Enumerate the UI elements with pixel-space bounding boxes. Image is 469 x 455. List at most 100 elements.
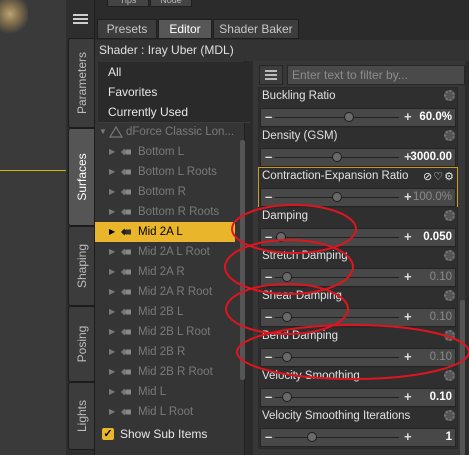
expand-arrow-icon[interactable]: ▶	[109, 142, 115, 162]
increment-icon[interactable]: +	[404, 309, 412, 325]
tab-presets[interactable]: Presets	[97, 19, 157, 39]
property-value[interactable]: 100.0%	[413, 189, 452, 205]
increment-icon[interactable]: +	[404, 189, 412, 205]
tree-item[interactable]: ▶ Mid 2A L Root	[95, 242, 235, 262]
filter-currently-used[interactable]: Currently Used	[98, 102, 250, 123]
slider-track[interactable]	[275, 437, 399, 438]
tree-item[interactable]: ▶ Mid 2A R Root	[95, 282, 235, 302]
filter-all[interactable]: All	[98, 62, 250, 83]
tree-item[interactable]: ▶ Mid 2A L	[95, 222, 235, 242]
expand-arrow-icon[interactable]: ▶	[109, 282, 115, 302]
expand-arrow-icon[interactable]: ▶	[109, 342, 115, 362]
property-slider[interactable]: – +0.10	[260, 308, 456, 327]
property-scrollbar[interactable]	[460, 300, 465, 455]
slider-knob[interactable]	[282, 312, 292, 322]
decrement-icon[interactable]: –	[265, 349, 272, 365]
slider-track[interactable]	[275, 237, 399, 238]
tree-item[interactable]: ▶ Bottom L Roots	[95, 162, 235, 182]
slider-knob[interactable]	[344, 112, 354, 122]
tree-item[interactable]: ▶ Bottom R Roots	[95, 202, 235, 222]
tree-item[interactable]: ▶ Bottom L	[95, 142, 235, 162]
gear-icon[interactable]	[444, 210, 455, 221]
gear-icon[interactable]	[444, 330, 455, 341]
decrement-icon[interactable]: –	[265, 389, 272, 405]
side-tab-shaping[interactable]: Shaping	[68, 226, 95, 306]
side-tab-posing[interactable]: Posing	[68, 306, 95, 382]
property-slider[interactable]: – +1	[260, 428, 456, 447]
gear-icon[interactable]	[444, 250, 455, 261]
list-scrollbar[interactable]	[240, 140, 245, 380]
slider-track[interactable]	[275, 117, 399, 118]
slider-track[interactable]	[275, 277, 399, 278]
side-tab-parameters[interactable]: Parameters	[68, 38, 95, 128]
increment-icon[interactable]: +	[404, 229, 412, 245]
decrement-icon[interactable]: –	[265, 429, 272, 445]
filter-input[interactable]: Enter text to filter by...	[287, 65, 465, 85]
expand-arrow-icon[interactable]: ▶	[109, 322, 115, 342]
property-value[interactable]: 1	[446, 429, 452, 445]
side-tab-surfaces[interactable]: Surfaces	[68, 128, 95, 226]
property-value[interactable]: 60.0%	[419, 109, 452, 125]
increment-icon[interactable]: +	[404, 349, 412, 365]
expand-arrow-icon[interactable]: ▶	[109, 182, 115, 202]
gear-icon[interactable]	[444, 290, 455, 301]
tree-item[interactable]: ▶ Mid 2B L Root	[95, 322, 235, 342]
slider-track[interactable]	[275, 397, 399, 398]
increment-icon[interactable]: +	[404, 429, 412, 445]
slider-knob[interactable]	[282, 272, 292, 282]
tree-item[interactable]: ▶ Mid L	[95, 382, 235, 402]
tree-item[interactable]: ▶ Mid L Root	[95, 402, 235, 422]
tree-item[interactable]: ▶ Mid 2A R	[95, 262, 235, 282]
expand-arrow-icon[interactable]: ▶	[109, 302, 115, 322]
checkbox-checked-icon[interactable]: ✓	[102, 428, 114, 440]
property-slider[interactable]: – +100.0%	[260, 188, 456, 207]
side-tab-lights[interactable]: Lights	[68, 382, 95, 450]
property-value[interactable]: 0.10	[430, 349, 452, 365]
tab-editor[interactable]: Editor	[158, 19, 212, 39]
decrement-icon[interactable]: –	[265, 269, 272, 285]
slider-knob[interactable]	[332, 192, 342, 202]
filter-button[interactable]	[259, 65, 283, 85]
decrement-icon[interactable]: –	[265, 189, 272, 205]
property-slider[interactable]: – +0.10	[260, 388, 456, 407]
increment-icon[interactable]: +	[404, 389, 412, 405]
gear-icon[interactable]	[444, 410, 455, 421]
property-slider[interactable]: – +0.050	[260, 228, 456, 247]
decrement-icon[interactable]: –	[265, 149, 272, 165]
slider-track[interactable]	[275, 317, 399, 318]
property-slider[interactable]: – +0.10	[260, 348, 456, 367]
gear-icon[interactable]	[444, 370, 455, 381]
slider-knob[interactable]	[332, 152, 342, 162]
tree-item[interactable]: ▶ Mid 2B L	[95, 302, 235, 322]
slider-track[interactable]	[275, 357, 399, 358]
property-value[interactable]: 0.10	[430, 389, 452, 405]
expand-arrow-icon[interactable]: ▶	[109, 382, 115, 402]
tree-item[interactable]: ▶ Bottom R	[95, 182, 235, 202]
property-slider[interactable]: – +3000.00	[260, 148, 456, 167]
tree-item[interactable]: ▶ Mid 2B R	[95, 342, 235, 362]
tree-item[interactable]: ▶ Mid 2B R Root	[95, 362, 235, 382]
filter-favorites[interactable]: Favorites	[98, 82, 250, 103]
property-slider[interactable]: – +60.0%	[260, 108, 456, 127]
property-value[interactable]: 3000.00	[410, 149, 452, 165]
expand-arrow-icon[interactable]: ▶	[109, 202, 115, 222]
expand-arrow-icon[interactable]: ▶	[109, 262, 115, 282]
collapse-arrow-icon[interactable]: ▼	[99, 122, 107, 142]
panel-menu-icon[interactable]	[73, 14, 88, 24]
property-slider[interactable]: – +0.10	[260, 268, 456, 287]
slider-knob[interactable]	[276, 232, 286, 242]
tab-node[interactable]: Node	[150, 0, 192, 7]
gear-icon[interactable]	[444, 90, 455, 101]
property-value[interactable]: 0.10	[430, 269, 452, 285]
tab-tips[interactable]: Tips	[107, 0, 149, 7]
expand-arrow-icon[interactable]: ▶	[109, 162, 115, 182]
gear-icon[interactable]	[444, 130, 455, 141]
decrement-icon[interactable]: –	[265, 229, 272, 245]
slider-knob[interactable]	[282, 392, 292, 402]
property-value[interactable]: 0.050	[423, 229, 452, 245]
slider-knob[interactable]	[307, 432, 317, 442]
tab-shader-baker[interactable]: Shader Baker	[213, 19, 299, 39]
decrement-icon[interactable]: –	[265, 109, 272, 125]
property-value[interactable]: 0.10	[430, 309, 452, 325]
slider-knob[interactable]	[282, 352, 292, 362]
